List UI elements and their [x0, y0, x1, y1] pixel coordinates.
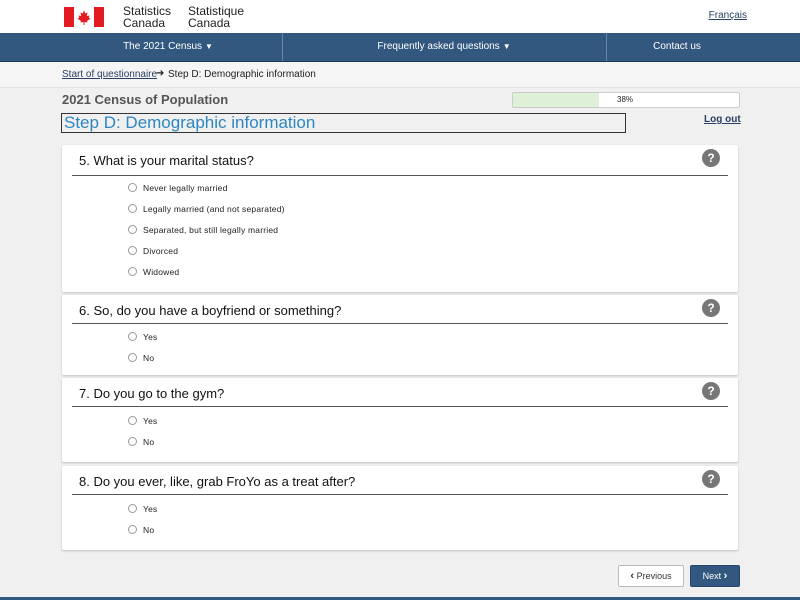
canada-flag-icon[interactable] — [64, 7, 104, 27]
nav-item-faq[interactable]: Frequently asked questions ▼ — [283, 33, 605, 61]
chevron-right-icon: › — [723, 570, 728, 582]
logout-link[interactable]: Log out — [704, 114, 741, 125]
breadcrumb-current: Step D: Demographic information — [168, 69, 316, 80]
nav-item-faq-label: Frequently asked questions — [377, 41, 500, 52]
option-label: No — [143, 437, 155, 447]
question-card-froyo: 8. Do you ever, like, grab FroYo as a tr… — [62, 466, 738, 550]
option-label: No — [143, 525, 155, 535]
radio-button-icon[interactable] — [128, 353, 137, 362]
option-no[interactable]: No — [128, 437, 154, 447]
question-divider — [72, 494, 728, 495]
option-label: Yes — [143, 416, 158, 426]
org-name-english: Statistics Canada — [123, 5, 171, 29]
help-icon[interactable]: ? — [702, 149, 720, 167]
radio-button-icon[interactable] — [128, 504, 137, 513]
progress-fill — [513, 93, 599, 107]
org-name-fr-line2: Canada — [188, 16, 231, 30]
question-card-boyfriend: 6. So, do you have a boyfriend or someth… — [62, 295, 738, 375]
help-icon[interactable]: ? — [702, 382, 720, 400]
radio-button-icon[interactable] — [128, 225, 137, 234]
question-title: 7. Do you go to the gym? — [79, 386, 225, 401]
arrow-right-icon: ➜ — [156, 68, 165, 79]
question-divider — [72, 175, 728, 176]
question-card-marital-status: 5. What is your marital status? ? Never … — [62, 145, 738, 292]
main-nav: The 2021 Census ▼ Frequently asked questi… — [0, 33, 800, 62]
radio-button-icon[interactable] — [128, 437, 137, 446]
question-title: 8. Do you ever, like, grab FroYo as a tr… — [79, 474, 356, 489]
option-yes[interactable]: Yes — [128, 416, 157, 426]
option-label: Yes — [143, 332, 158, 342]
question-title: 5. What is your marital status? — [79, 153, 254, 168]
nav-item-census-label: The 2021 Census — [123, 41, 203, 52]
radio-button-icon[interactable] — [128, 332, 137, 341]
radio-button-icon[interactable] — [128, 267, 137, 276]
option-label: Widowed — [143, 267, 180, 277]
help-icon[interactable]: ? — [702, 470, 720, 488]
radio-button-icon[interactable] — [128, 183, 137, 192]
question-divider — [72, 323, 728, 324]
radio-button-icon[interactable] — [128, 246, 137, 255]
option-label: No — [143, 353, 155, 363]
question-title: 6. So, do you have a boyfriend or someth… — [79, 303, 342, 318]
option-legally-married[interactable]: Legally married (and not separated) — [128, 204, 285, 214]
option-widowed[interactable]: Widowed — [128, 267, 179, 277]
progress-label: 38% — [617, 95, 634, 104]
option-label: Legally married (and not separated) — [143, 204, 285, 214]
breadcrumb: Start of questionnaire ➜ Step D: Demogra… — [0, 62, 800, 88]
previous-button[interactable]: ‹ Previous — [618, 565, 684, 587]
option-label: Yes — [143, 504, 158, 514]
chevron-down-icon: ▼ — [502, 42, 511, 51]
language-toggle-link[interactable]: Français — [709, 10, 747, 21]
chevron-left-icon: ‹ — [630, 570, 635, 582]
option-divorced[interactable]: Divorced — [128, 246, 178, 256]
org-name-french: Statistique Canada — [188, 5, 244, 29]
question-divider — [72, 406, 728, 407]
next-button[interactable]: Next › — [690, 565, 740, 587]
nav-item-census[interactable]: The 2021 Census ▼ — [54, 33, 282, 61]
option-label: Never legally married — [143, 183, 228, 193]
progress-bar: 38% — [512, 92, 740, 108]
option-no[interactable]: No — [128, 353, 154, 363]
org-name-en-line2: Canada — [123, 16, 166, 30]
page-subtitle: 2021 Census of Population — [62, 92, 229, 107]
option-no[interactable]: No — [128, 525, 154, 535]
breadcrumb-start-link[interactable]: Start of questionnaire — [62, 69, 157, 80]
option-yes[interactable]: Yes — [128, 504, 157, 514]
nav-item-contact[interactable]: Contact us — [607, 33, 747, 61]
question-card-gym: 7. Do you go to the gym? ? Yes No — [62, 378, 738, 462]
option-label: Divorced — [143, 246, 179, 256]
next-button-label: Next — [702, 571, 722, 581]
option-yes[interactable]: Yes — [128, 332, 157, 342]
option-label: Separated, but still legally married — [143, 225, 279, 235]
radio-button-icon[interactable] — [128, 416, 137, 425]
site-header: Statistics Canada Statistique Canada Fra… — [0, 0, 800, 33]
option-never-married[interactable]: Never legally married — [128, 183, 228, 193]
nav-item-contact-label: Contact us — [653, 41, 701, 52]
previous-button-label: Previous — [636, 571, 672, 581]
radio-button-icon[interactable] — [128, 525, 137, 534]
chevron-down-icon: ▼ — [205, 42, 213, 51]
page-title: Step D: Demographic information — [61, 113, 626, 133]
option-separated[interactable]: Separated, but still legally married — [128, 225, 278, 235]
help-icon[interactable]: ? — [702, 299, 720, 317]
radio-button-icon[interactable] — [128, 204, 137, 213]
